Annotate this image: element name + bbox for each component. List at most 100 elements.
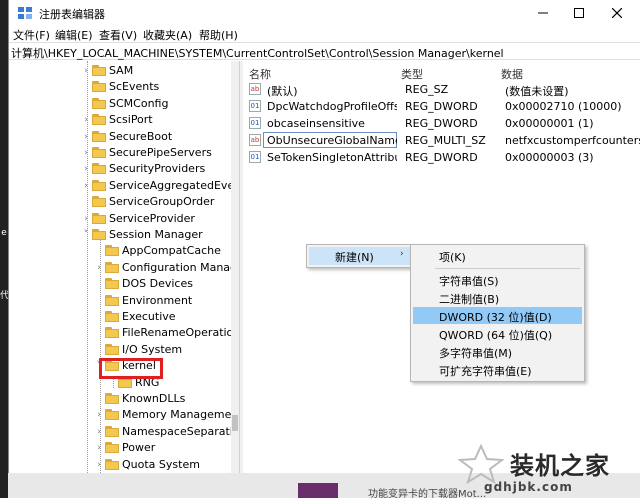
chevron-right-icon[interactable]: › (94, 426, 104, 438)
tree-item[interactable]: DOS Devices (9, 276, 231, 292)
tree-item[interactable]: › SecurityProviders (9, 161, 231, 177)
tree-item[interactable]: Environment (9, 293, 231, 309)
submenu-item[interactable]: 字符串值(S) (413, 271, 582, 288)
value-type: REG_DWORD (405, 151, 478, 164)
folder-icon (92, 97, 106, 109)
chevron-down-icon[interactable]: ˅ (81, 229, 91, 241)
key-tree[interactable]: › SAM ScEvents SCMConfig › ScsiPort › SecureBoo… (9, 61, 239, 473)
value-type: REG_DWORD (405, 117, 478, 130)
tree-item[interactable]: › ServiceProvider (9, 211, 231, 227)
tree-item-label: SCMConfig (109, 96, 169, 110)
submenu-item[interactable]: 可扩充字符串值(E) (413, 361, 582, 378)
value-data: netfxcustomperfcounters.1.0 (505, 134, 640, 147)
value-row[interactable]: 01 SeTokenSingletonAttribut... REG_DWORD 0x… (245, 149, 640, 166)
menu-help[interactable]: 帮助(H) (199, 27, 238, 43)
folder-icon (92, 114, 106, 126)
chevron-right-icon[interactable]: › (81, 114, 91, 126)
chevron-right-icon[interactable]: › (94, 459, 104, 471)
background-thumbnail (298, 483, 338, 498)
tree-item[interactable]: › SecureBoot (9, 129, 231, 145)
tree-item[interactable]: › Memory Managemen (9, 407, 238, 423)
tree-item-label: DOS Devices (122, 277, 193, 291)
context-menu-new-label: 新建(N) (335, 251, 374, 264)
folder-icon (105, 458, 119, 470)
tree-item[interactable]: FileRenameOperation (9, 325, 239, 341)
tree-item[interactable]: › SAM (9, 63, 231, 79)
chevron-right-icon[interactable]: › (81, 213, 91, 225)
address-path[interactable]: 计算机\HKEY_LOCAL_MACHINE\SYSTEM\CurrentCon… (11, 45, 504, 61)
tree-item[interactable]: AppCompatCache (9, 243, 231, 259)
folder-icon (92, 65, 106, 76)
column-header-data[interactable]: 数据 (501, 66, 523, 82)
submenu-item[interactable]: 项(K) (413, 247, 582, 264)
chevron-right-icon[interactable]: › (81, 131, 91, 143)
chevron-right-icon[interactable]: › (81, 180, 91, 192)
menu-favorites[interactable]: 收藏夹(A) (143, 27, 192, 43)
context-menu: 新建(N) › (306, 244, 414, 268)
value-type: REG_DWORD (405, 100, 478, 113)
tree-item[interactable]: › ScsiPort (9, 112, 231, 128)
chevron-right-icon[interactable]: › (81, 147, 91, 159)
tree-item-label: ServiceGroupOrder (109, 195, 215, 209)
address-bar[interactable]: 计算机\HKEY_LOCAL_MACHINE\SYSTEM\CurrentCon… (9, 42, 640, 60)
tree-item[interactable]: SCMConfig (9, 96, 231, 112)
column-header-type[interactable]: 类型 (401, 66, 423, 82)
value-row[interactable]: 01 obcaseinsensitive REG_DWORD 0x00000001 (… (245, 115, 640, 132)
menu-file[interactable]: 文件(F) (13, 27, 50, 43)
value-row[interactable]: ab ObUnsecureGlobalNames REG_MULTI_SZ netfx… (245, 132, 640, 149)
submenu-item[interactable]: 多字符串值(M) (413, 343, 582, 360)
submenu-item[interactable]: DWORD (32 位)值(D) (413, 307, 582, 324)
tree-item-label: AppCompatCache (122, 244, 221, 258)
tree-item-label: Memory Managemen (122, 408, 239, 422)
chevron-right-icon[interactable]: › (81, 65, 91, 77)
menu-view[interactable]: 查看(V) (99, 27, 137, 43)
tree-scrollbar[interactable] (231, 61, 239, 473)
tree-item-label: Session Manager (109, 228, 203, 241)
column-header-name[interactable]: 名称 (249, 66, 271, 82)
tree-item[interactable]: KnownDLLs (9, 391, 231, 407)
watermark-star-logo (458, 444, 504, 484)
chevron-right-icon[interactable]: › (94, 262, 104, 274)
menu-separator (435, 268, 580, 269)
pane-splitter[interactable] (239, 61, 243, 473)
string-value-icon: ab (249, 83, 261, 95)
background-glyph: 代 (0, 291, 10, 301)
folder-icon (105, 261, 119, 273)
tree-scroll-thumb[interactable] (232, 415, 238, 431)
value-data: 0x00000001 (1) (505, 117, 594, 130)
tree-item[interactable]: › SecurePipeServers (9, 145, 231, 161)
registry-app-icon (18, 7, 32, 19)
tree-item[interactable]: › ServiceAggregatedEvent (9, 178, 239, 194)
close-button[interactable] (599, 0, 635, 26)
tree-item[interactable]: ServiceGroupOrder (9, 194, 231, 210)
value-name: SeTokenSingletonAttribut... (267, 151, 397, 164)
minimize-button[interactable] (525, 0, 561, 26)
tree-item[interactable]: › NamespaceSeparatio (9, 424, 239, 440)
submenu-item[interactable]: QWORD (64 位)值(Q) (413, 325, 582, 342)
close-icon (612, 8, 622, 18)
tree-item[interactable]: ˅ Session Manager (9, 227, 231, 243)
maximize-button[interactable] (561, 0, 597, 26)
tree-item[interactable]: › Configuration Manag (9, 260, 237, 276)
chevron-right-icon[interactable]: › (94, 442, 104, 454)
value-row[interactable]: 01 DpcWatchdogProfileOffset REG_DWORD 0x000… (245, 98, 640, 115)
tree-item-label: Power (122, 441, 156, 455)
folder-icon (105, 425, 119, 437)
title-bar[interactable]: 注册表编辑器 (9, 0, 640, 26)
menu-edit[interactable]: 编辑(E) (55, 27, 93, 43)
value-row[interactable]: ab (默认) REG_SZ (数值未设置) (245, 81, 640, 98)
string-value-icon: ab (249, 134, 261, 146)
tree-item-label: SecureBoot (109, 129, 173, 143)
value-name: DpcWatchdogProfileOffset (267, 100, 397, 113)
value-type: REG_SZ (405, 83, 449, 96)
tree-item[interactable]: I/O System (9, 342, 231, 358)
chevron-right-icon[interactable]: › (94, 409, 104, 421)
chevron-right-icon[interactable]: › (81, 163, 91, 175)
tree-item-label: SAM (109, 64, 134, 77)
folder-icon (105, 311, 119, 322)
tree-item[interactable]: Executive (9, 309, 231, 325)
tree-item[interactable]: ScEvents (9, 79, 231, 95)
tree-item[interactable]: › Power (9, 440, 231, 456)
tree-item[interactable]: › Quota System (9, 457, 231, 473)
submenu-item[interactable]: 二进制值(B) (413, 289, 582, 306)
